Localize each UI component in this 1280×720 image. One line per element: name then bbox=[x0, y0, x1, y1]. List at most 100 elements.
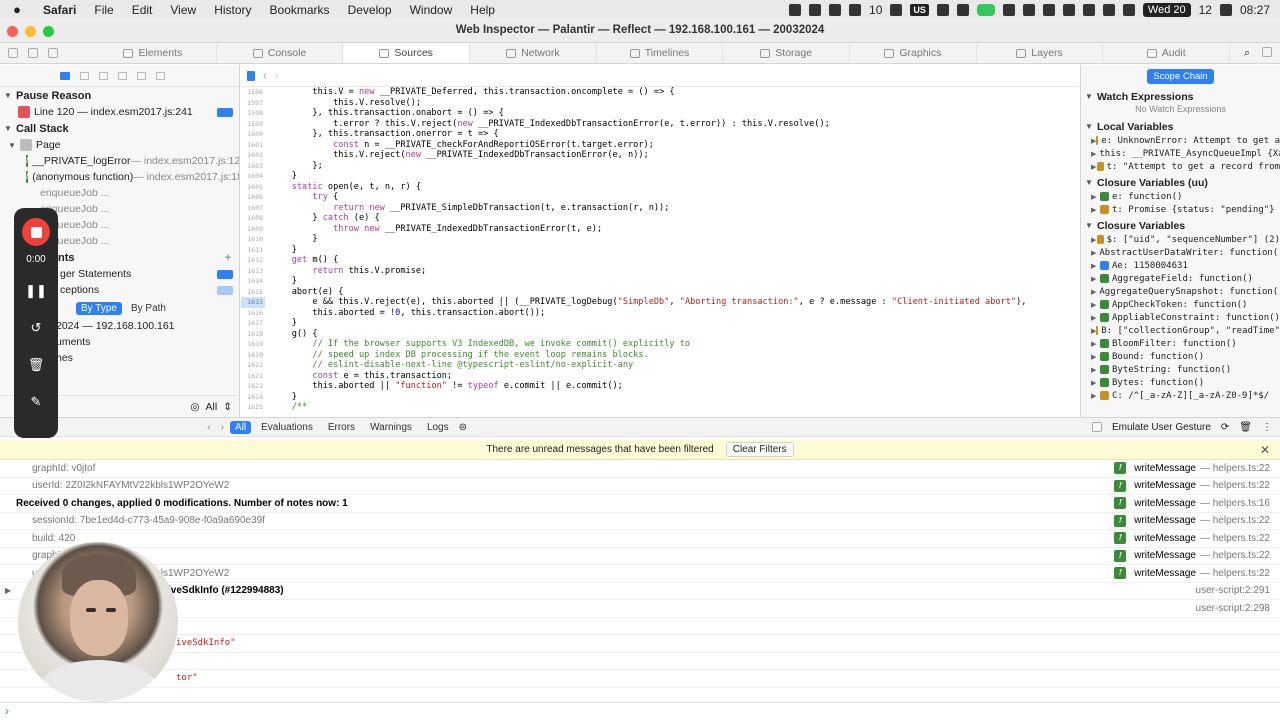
line-number[interactable]: 1611 bbox=[241, 245, 265, 256]
filter-logs[interactable]: Logs bbox=[422, 421, 454, 434]
menu-bookmarks[interactable]: Bookmarks bbox=[261, 3, 339, 17]
console-prompt[interactable]: › bbox=[0, 702, 1280, 720]
code-line[interactable]: 1612 get m() { bbox=[241, 255, 1079, 266]
console-message[interactable]: userId: 2Z0I2kNFAYMtV22kbls1WP2OYeW2 fwri… bbox=[0, 478, 1280, 495]
clear-filters-button[interactable]: Clear Filters bbox=[725, 442, 794, 457]
bolt-status-icon[interactable] bbox=[849, 3, 862, 16]
back-icon[interactable]: ‹ bbox=[263, 70, 267, 82]
menu-app[interactable]: Safari bbox=[34, 3, 85, 17]
wifi-icon[interactable] bbox=[1082, 3, 1095, 16]
add-breakpoint-icon[interactable]: + bbox=[225, 252, 231, 264]
bell-status-icon[interactable] bbox=[1062, 3, 1075, 16]
filter-icon[interactable]: ◎ bbox=[190, 401, 199, 413]
line-number[interactable]: 1616 bbox=[241, 308, 265, 319]
date-badge[interactable]: Wed 20 bbox=[1142, 2, 1191, 17]
variable-row[interactable]: ▶ $: ["uid", "sequenceNumber"] (2) bbox=[1081, 233, 1280, 246]
code-line[interactable]: 1608 } catch (e) { bbox=[241, 213, 1079, 224]
menu-view[interactable]: View bbox=[161, 3, 205, 17]
code-line[interactable]: 1605 static open(e, t, n, r) { bbox=[241, 182, 1079, 193]
menu-file[interactable]: File bbox=[85, 3, 122, 17]
disclosure-right-icon[interactable]: ▶ bbox=[1091, 314, 1100, 322]
message-source[interactable]: f writeMessage — helpers.ts:22 bbox=[1114, 462, 1270, 475]
line-number[interactable]: 1620 bbox=[241, 350, 265, 361]
code-line[interactable]: 1611 } bbox=[241, 245, 1079, 256]
line-number[interactable]: 1599 bbox=[241, 119, 265, 130]
plus-status-icon[interactable] bbox=[936, 3, 949, 16]
more-icon[interactable]: ⋮ bbox=[1262, 422, 1272, 433]
variable-row[interactable]: ▶ this: __PRIVATE_AsyncQueueImpl {Xa bbox=[1081, 147, 1280, 160]
code-line[interactable]: 1599 t.error ? this.V.reject(new __PRIVA… bbox=[241, 119, 1079, 130]
tab-graphics[interactable]: Graphics bbox=[850, 43, 977, 63]
line-number[interactable]: 1603 bbox=[241, 161, 265, 172]
message-source[interactable]: user-script:2:291 bbox=[1196, 585, 1270, 596]
accessibility-status-icon[interactable] bbox=[829, 3, 842, 16]
code-line[interactable]: 1625 /** bbox=[241, 402, 1079, 413]
variable-row[interactable]: ▶ Bound: function() bbox=[1081, 350, 1280, 363]
restart-icon[interactable]: ↺ bbox=[31, 317, 42, 339]
disclosure-right-icon[interactable]: ▶ bbox=[1091, 249, 1096, 257]
closure-variables-header[interactable]: ▼ Closure Variables (uu) bbox=[1081, 173, 1280, 190]
code-line[interactable]: 1607 return new __PRIVATE_SimpleDbTransa… bbox=[241, 203, 1079, 214]
line-number[interactable]: 1607 bbox=[241, 203, 265, 214]
disclosure-right-icon[interactable]: ▶ bbox=[1091, 275, 1100, 283]
filter-all[interactable]: All bbox=[230, 420, 252, 434]
code-line[interactable]: 1615 abort(e) { bbox=[241, 287, 1079, 298]
disclosure-right-icon[interactable]: ▶ bbox=[1091, 301, 1100, 309]
call-frame[interactable]: f (anonymous function) — index.esm2017.j… bbox=[0, 169, 239, 185]
filter-options-icon[interactable]: ⊜ bbox=[459, 422, 467, 433]
settings-status-icon[interactable] bbox=[890, 3, 903, 16]
code-line[interactable]: 1596 this.V = new __PRIVATE_Deferred, th… bbox=[241, 87, 1079, 98]
disclosure-right-icon[interactable]: ▶ bbox=[1091, 366, 1100, 374]
navigator-toggle-icon[interactable] bbox=[247, 70, 255, 81]
code-line[interactable]: 1615 e && this.V.reject(e), this.aborted… bbox=[241, 297, 1079, 308]
chevron-left-icon[interactable]: ‹ bbox=[207, 422, 210, 433]
variable-row[interactable]: ▶ e: function() bbox=[1081, 190, 1280, 203]
code-line[interactable]: 1620 // speed up index DB processing if … bbox=[241, 350, 1079, 361]
breakpoint-flag[interactable] bbox=[217, 285, 233, 295]
trash-icon[interactable]: 🗑 bbox=[28, 354, 45, 376]
message-location[interactable]: — helpers.ts:16 bbox=[1200, 498, 1270, 509]
console-message[interactable] bbox=[0, 618, 1280, 635]
variable-row[interactable]: ▶ BloomFilter: function() bbox=[1081, 337, 1280, 350]
input-source-badge[interactable]: US bbox=[910, 3, 929, 16]
pause-reason-row[interactable]: Line 120 — index.esm2017.js:241 bbox=[0, 104, 239, 120]
by-path-button[interactable]: By Path bbox=[126, 302, 171, 315]
forward-icon[interactable]: › bbox=[275, 70, 279, 82]
code-line[interactable]: 1614 } bbox=[241, 276, 1079, 287]
disclosure-down-icon[interactable]: ▼ bbox=[1085, 122, 1097, 131]
variable-row[interactable]: ▶ ByteString: function() bbox=[1081, 363, 1280, 376]
disclosure-right-icon[interactable]: ▶ bbox=[1091, 193, 1100, 201]
line-number[interactable]: 1606 bbox=[241, 192, 265, 203]
message-source[interactable]: f writeMessage — helpers.ts:22 bbox=[1114, 532, 1270, 545]
variable-row[interactable]: ▶ t: Promise {status: "pending"} bbox=[1081, 203, 1280, 216]
tab-network[interactable]: Network bbox=[470, 43, 597, 63]
code-line[interactable]: 1606 try { bbox=[241, 192, 1079, 203]
line-number[interactable]: 1598 bbox=[241, 108, 265, 119]
variable-row[interactable]: ▶ Ae: 1150004631 bbox=[1081, 259, 1280, 272]
code-line[interactable]: 1597 this.V.resolve(); bbox=[241, 98, 1079, 109]
line-number[interactable]: 1608 bbox=[241, 213, 265, 224]
disclosure-down-icon[interactable]: ▼ bbox=[1085, 221, 1097, 230]
console-message[interactable] bbox=[0, 653, 1280, 670]
console-message[interactable]: Received 0 changes, applied 0 modificati… bbox=[0, 495, 1280, 513]
code-line[interactable]: 1621 // eslint-disable-next-line @typesc… bbox=[241, 360, 1079, 371]
console-message[interactable]: graphId: v0jtoffwriteMessage— helpers.ts… bbox=[0, 548, 1280, 565]
line-number[interactable]: 1612 bbox=[241, 255, 265, 266]
disclosure-right-icon[interactable]: ▶ bbox=[1091, 288, 1096, 296]
code-line[interactable]: 1609 throw new __PRIVATE_IndexedDbTransa… bbox=[241, 224, 1079, 235]
dock-icon[interactable] bbox=[28, 48, 38, 58]
breakpoints-toggle-icon[interactable] bbox=[60, 71, 70, 80]
emulate-gesture-checkbox[interactable] bbox=[1091, 422, 1102, 432]
message-source[interactable]: f writeMessage — helpers.ts:22 bbox=[1114, 567, 1270, 580]
scope-chain-tab[interactable]: Scope Chain bbox=[1147, 68, 1214, 84]
variable-row[interactable]: ▶ C: /^[_a-zA-Z][_a-zA-Z0-9]*$/ bbox=[1081, 389, 1280, 402]
variable-row[interactable]: ▶ AppCheckToken: function() bbox=[1081, 298, 1280, 311]
message-source[interactable]: f writeMessage — helpers.ts:22 bbox=[1114, 514, 1270, 527]
filter-errors[interactable]: Errors bbox=[323, 421, 360, 434]
line-number[interactable]: 1613 bbox=[241, 266, 265, 277]
variable-row[interactable]: ▶ AbstractUserDataWriter: function() bbox=[1081, 246, 1280, 259]
line-number[interactable]: 1602 bbox=[241, 150, 265, 161]
line-number[interactable]: 1600 bbox=[241, 129, 265, 140]
console-message[interactable]: iveSdkInfo" bbox=[0, 635, 1280, 653]
message-location[interactable]: user-script:2:291 bbox=[1196, 585, 1270, 596]
